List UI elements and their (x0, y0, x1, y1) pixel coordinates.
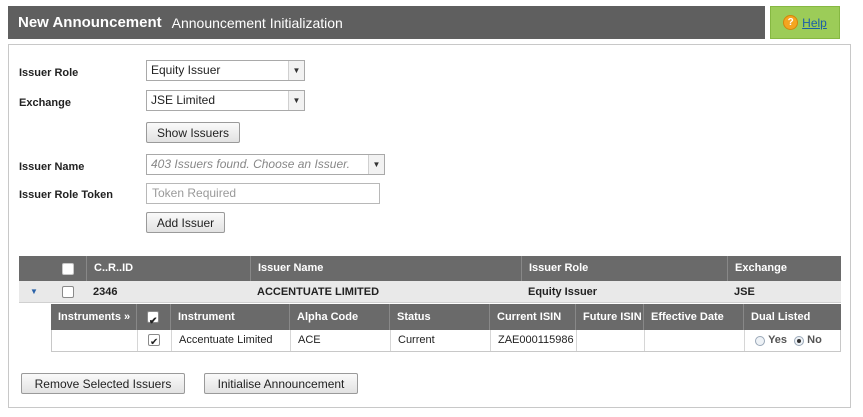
cell-instrument: Accentuate Limited (171, 330, 290, 351)
page-header: New Announcement Announcement Initializa… (8, 6, 765, 39)
chevron-down-icon[interactable]: ▼ (368, 155, 384, 174)
remove-selected-issuers-button[interactable]: Remove Selected Issuers (21, 373, 185, 394)
chevron-down-icon[interactable]: ▼ (288, 61, 304, 80)
column-status[interactable]: Status (389, 304, 489, 330)
column-future-isin[interactable]: Future ISIN (575, 304, 643, 330)
initialise-announcement-button[interactable]: Initialise Announcement (204, 373, 358, 394)
issuer-grid-header: C..R..ID Issuer Name Issuer Role Exchang… (19, 256, 841, 281)
column-dual-listed[interactable]: Dual Listed (743, 304, 841, 330)
instrument-select-all-cell (136, 304, 170, 335)
instrument-grid: Instruments » Instrument Alpha Code Stat… (51, 304, 841, 353)
cell-instruments-empty (52, 330, 137, 351)
issuer-role-label: Issuer Role (19, 67, 79, 79)
instrument-checkbox[interactable] (148, 332, 160, 353)
column-instruments[interactable]: Instruments » (51, 304, 136, 330)
add-issuer-button[interactable]: Add Issuer (146, 212, 225, 233)
column-exchange[interactable]: Exchange (727, 256, 841, 281)
help-button[interactable]: ? Help (770, 6, 840, 39)
instrument-grid-header: Instruments » Instrument Alpha Code Stat… (51, 304, 841, 335)
issuer-role-select[interactable]: Equity Issuer ▼ (146, 60, 305, 81)
column-issuer-name[interactable]: Issuer Name (250, 256, 521, 281)
cell-issuer-role: Equity Issuer (528, 286, 598, 298)
instrument-row[interactable]: Accentuate Limited ACE Current ZAE000115… (51, 330, 841, 353)
cell-exchange: JSE (734, 286, 755, 298)
dual-listed-no-radio[interactable] (794, 335, 805, 346)
select-all-checkbox[interactable] (62, 263, 74, 275)
column-crid[interactable]: C..R..ID (86, 256, 250, 281)
dual-listed-no-label: No (807, 334, 822, 346)
exchange-value: JSE Limited (151, 93, 216, 107)
cell-crid: 2346 (93, 286, 118, 298)
column-effective-date[interactable]: Effective Date (643, 304, 743, 330)
cell-future-isin (576, 330, 644, 351)
chevron-down-icon[interactable]: ▼ (288, 91, 304, 110)
column-current-isin[interactable]: Current ISIN (489, 304, 575, 330)
cell-effective-date (644, 330, 744, 351)
help-link[interactable]: Help (802, 16, 827, 30)
issuer-name-label: Issuer Name (19, 161, 85, 173)
issuer-role-token-input[interactable]: Token Required (146, 183, 380, 204)
expand-arrow-icon[interactable]: ▼ (30, 287, 38, 296)
issuer-role-token-label: Issuer Role Token (19, 189, 113, 201)
column-issuer-role[interactable]: Issuer Role (521, 256, 727, 281)
announcement-form-panel: Issuer Role Equity Issuer ▼ Exchange JSE… (8, 44, 851, 408)
cell-issuer-name: ACCENTUATE LIMITED (257, 286, 380, 298)
column-alpha-code[interactable]: Alpha Code (289, 304, 389, 330)
issuer-grid: C..R..ID Issuer Name Issuer Role Exchang… (19, 256, 841, 353)
exchange-select[interactable]: JSE Limited ▼ (146, 90, 305, 111)
issuer-name-select[interactable]: 403 Issuers found. Choose an Issuer. ▼ (146, 154, 385, 175)
cell-current-isin: ZAE000115986 (490, 330, 576, 351)
page-title: New Announcement (18, 14, 162, 31)
row-checkbox[interactable] (62, 286, 74, 298)
issuer-name-placeholder: 403 Issuers found. Choose an Issuer. (151, 157, 351, 171)
table-row[interactable]: ▼ 2346 ACCENTUATE LIMITED Equity Issuer … (19, 281, 841, 303)
question-icon: ? (783, 15, 799, 30)
cell-alpha-code: ACE (290, 330, 390, 351)
dual-listed-yes-radio[interactable] (755, 335, 765, 346)
issuer-role-value: Equity Issuer (151, 63, 221, 77)
instrument-select-all-checkbox[interactable] (147, 309, 159, 335)
show-issuers-button[interactable]: Show Issuers (146, 122, 240, 143)
dual-listed-yes-label: Yes (768, 334, 788, 346)
instrument-checkbox-cell (137, 330, 171, 353)
column-instrument[interactable]: Instrument (170, 304, 289, 330)
exchange-label: Exchange (19, 97, 71, 109)
cell-status: Current (390, 330, 490, 351)
cell-dual-listed: Yes No (744, 330, 840, 351)
page-subtitle: Announcement Initialization (171, 14, 343, 31)
